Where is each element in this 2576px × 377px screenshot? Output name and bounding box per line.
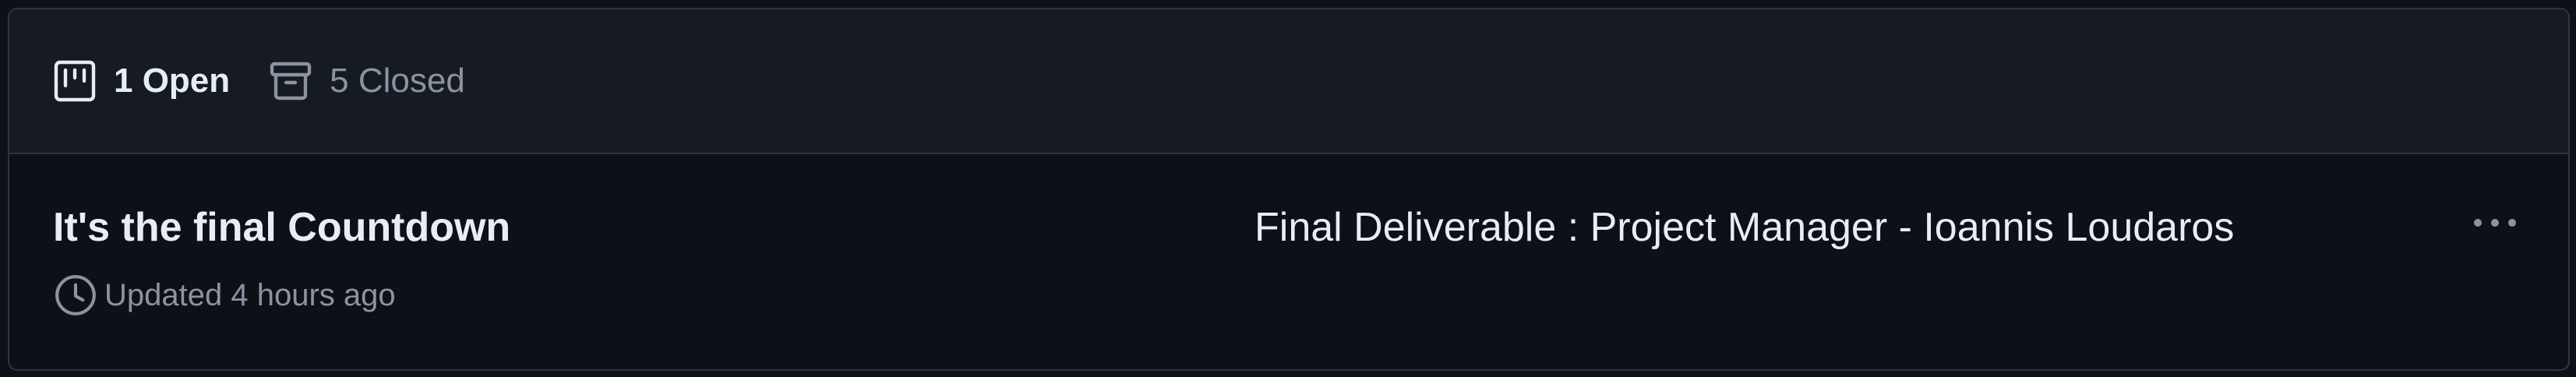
tab-closed-projects[interactable]: 5 Closed [269,59,465,103]
projects-header: 1 Open 5 Closed [9,9,2568,154]
project-icon [53,59,97,103]
project-row: It's the final Countdown Updated 4 hours… [9,154,2568,368]
project-description: Final Deliverable : Project Manager - Io… [1254,205,2235,250]
project-title-link[interactable]: It's the final Countdown [53,204,510,251]
tab-open-label: 1 Open [114,62,231,100]
tab-closed-label: 5 Closed [330,62,465,100]
kebab-horizontal-icon [2470,217,2520,233]
projects-panel: 1 Open 5 Closed It's the final Countdown [8,8,2570,371]
updated-timestamp: Updated 4 hours ago [104,277,396,312]
clock-icon [53,273,98,318]
project-options-button[interactable] [2462,199,2528,249]
tab-open-projects[interactable]: 1 Open [53,59,230,103]
archive-icon [269,59,312,103]
project-updated: Updated 4 hours ago [53,273,396,318]
